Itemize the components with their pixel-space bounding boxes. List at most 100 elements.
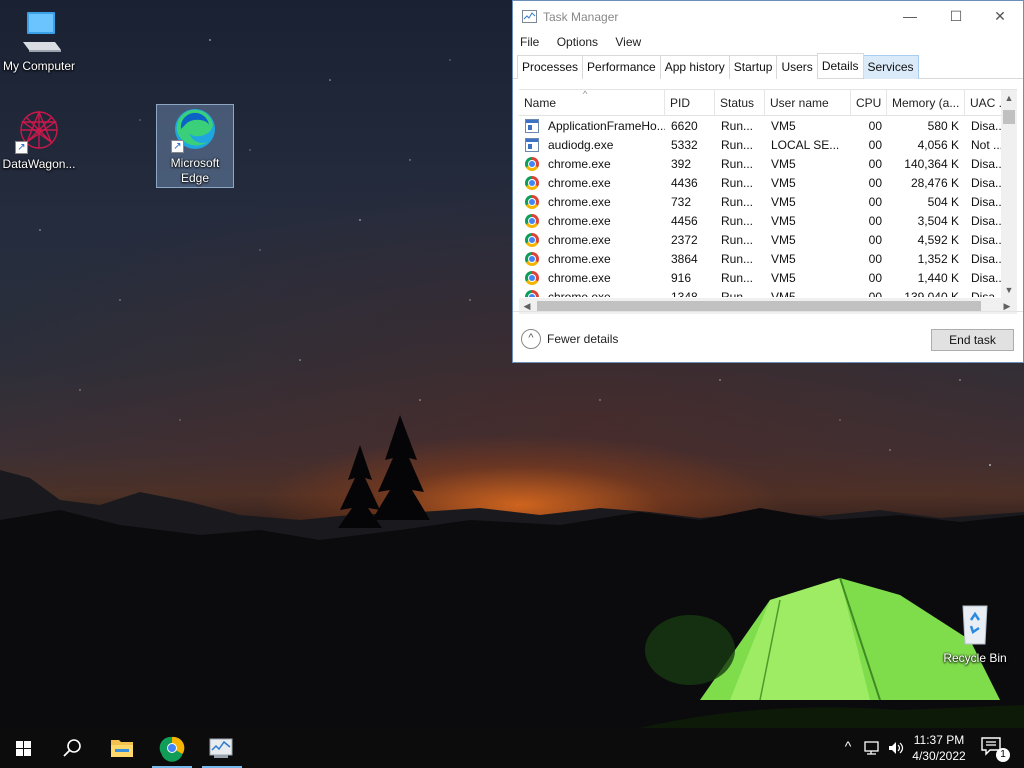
cell-name: chrome.exe xyxy=(548,233,611,247)
table-row[interactable]: chrome.exe 4456 Run... VM5 00 3,504 K Disa... xyxy=(519,212,1009,231)
cell-user: VM5 xyxy=(771,214,796,228)
cell-status: Run... xyxy=(721,214,754,228)
system-clock[interactable]: 11:37 PM 4/30/2022 xyxy=(908,732,970,764)
table-row[interactable]: audiodg.exe 5332 Run... LOCAL SE... 00 4,056 … xyxy=(519,136,1009,155)
file-explorer-icon xyxy=(111,740,133,757)
task-manager-taskbar-button[interactable] xyxy=(198,728,246,768)
cell-status: Run... xyxy=(721,271,754,285)
cell-name: chrome.exe xyxy=(548,290,611,297)
cell-pid: 732 xyxy=(671,195,692,209)
desktop-icon-recycle-bin[interactable]: Recycle Bin xyxy=(936,600,1014,666)
column-header-pid[interactable]: PID xyxy=(665,90,715,116)
cell-status: Run... xyxy=(721,290,754,297)
column-header-name[interactable]: ^ Name xyxy=(519,90,665,116)
fewer-details-button[interactable]: ^ Fewer details xyxy=(521,329,618,349)
volume-icon[interactable] xyxy=(886,739,906,757)
tab-processes[interactable]: Processes xyxy=(517,55,584,79)
chrome-icon xyxy=(525,157,539,171)
cell-name: chrome.exe xyxy=(548,195,611,209)
menu-file[interactable]: File xyxy=(520,32,539,52)
minimize-button[interactable]: — xyxy=(887,1,933,32)
cell-name: chrome.exe xyxy=(548,176,611,190)
cell-cpu: 00 xyxy=(868,157,882,171)
menu-options[interactable]: Options xyxy=(557,32,598,52)
table-row[interactable]: chrome.exe 732 Run... VM5 00 504 K Disa... xyxy=(519,193,1009,212)
cell-name: chrome.exe xyxy=(548,214,611,228)
app-frame-icon xyxy=(525,119,539,133)
cell-status: Run... xyxy=(721,252,754,266)
cell-memory: 1,440 K xyxy=(917,271,959,285)
desktop-icon-label: DataWagon... xyxy=(2,157,76,171)
cell-user: VM5 xyxy=(771,290,796,297)
action-center-button[interactable]: 1 xyxy=(980,736,1010,762)
cell-user: VM5 xyxy=(771,252,796,266)
chrome-taskbar-button[interactable] xyxy=(148,728,196,768)
notification-count-badge: 1 xyxy=(996,748,1010,762)
desktop-icon-my-computer[interactable]: My Computer xyxy=(0,8,78,74)
show-hidden-icons-chevron-icon[interactable]: ^ xyxy=(838,738,858,754)
tab-services[interactable]: Services xyxy=(862,55,919,79)
network-icon[interactable] xyxy=(862,739,882,757)
menu-view[interactable]: View xyxy=(615,32,641,52)
task-manager-window[interactable]: Task Manager — ☐ ✕ File Options View Pro… xyxy=(512,0,1024,363)
column-header-cpu[interactable]: CPU xyxy=(851,90,887,116)
clock-time: 11:37 PM xyxy=(913,733,965,747)
recycle-bin-icon xyxy=(951,600,999,648)
column-header-user-name[interactable]: User name xyxy=(765,90,851,116)
title-bar[interactable]: Task Manager — ☐ ✕ xyxy=(513,1,1023,32)
tab-details[interactable]: Details xyxy=(816,53,864,78)
table-row[interactable]: chrome.exe 1348 Run... VM5 00 139,040 K Disa..… xyxy=(519,288,1009,297)
table-row[interactable]: chrome.exe 916 Run... VM5 00 1,440 K Disa... xyxy=(519,269,1009,288)
table-row[interactable]: chrome.exe 392 Run... VM5 00 140,364 K Disa... xyxy=(519,155,1009,174)
cell-pid: 4436 xyxy=(671,176,698,190)
datawagon-icon: ↗ xyxy=(15,106,63,154)
cell-status: Run... xyxy=(721,157,754,171)
desktop-icon-datawagon[interactable]: ↗ DataWagon... xyxy=(0,106,78,172)
cell-cpu: 00 xyxy=(868,290,882,297)
taskbar: ^ 11:37 PM 4/30/2022 1 xyxy=(0,728,1024,768)
column-header-memory[interactable]: Memory (a... xyxy=(887,90,965,116)
chrome-icon xyxy=(525,271,539,285)
chrome-icon xyxy=(525,233,539,247)
end-task-button[interactable]: End task xyxy=(931,329,1014,351)
cell-cpu: 00 xyxy=(868,138,882,152)
cell-memory: 28,476 K xyxy=(910,176,959,190)
scroll-down-arrow-icon[interactable]: ▼ xyxy=(1001,282,1017,298)
tab-users[interactable]: Users xyxy=(776,55,818,79)
start-button[interactable] xyxy=(0,728,48,768)
cell-name: chrome.exe xyxy=(548,271,611,285)
desktop-icon-label: Recycle Bin xyxy=(943,651,1007,665)
tab-performance[interactable]: Performance xyxy=(582,55,661,79)
scrollbar-thumb[interactable] xyxy=(1003,110,1015,124)
file-explorer-button[interactable] xyxy=(98,728,146,768)
cell-memory: 140,364 K xyxy=(904,157,959,171)
cell-memory: 504 K xyxy=(927,195,959,209)
cell-user: LOCAL SE... xyxy=(771,138,840,152)
cell-user: VM5 xyxy=(771,271,796,285)
shortcut-arrow-icon: ↗ xyxy=(171,140,184,153)
close-button[interactable]: ✕ xyxy=(977,1,1023,32)
table-row[interactable]: chrome.exe 3864 Run... VM5 00 1,352 K Disa... xyxy=(519,250,1009,269)
scroll-up-arrow-icon[interactable]: ▲ xyxy=(1001,90,1017,106)
table-row[interactable]: chrome.exe 4436 Run... VM5 00 28,476 K Disa... xyxy=(519,174,1009,193)
scrollbar-thumb[interactable] xyxy=(537,301,981,311)
window-title: Task Manager xyxy=(543,10,619,24)
table-row[interactable]: chrome.exe 2372 Run... VM5 00 4,592 K Disa... xyxy=(519,231,1009,250)
cell-status: Run... xyxy=(721,233,754,247)
cell-name: chrome.exe xyxy=(548,157,611,171)
maximize-button[interactable]: ☐ xyxy=(933,1,979,32)
tab-app-history[interactable]: App history xyxy=(659,55,730,79)
column-header-status[interactable]: Status xyxy=(715,90,765,116)
table-row[interactable]: ApplicationFrameHo... 6620 Run... VM5 00 580 … xyxy=(519,117,1009,136)
cell-status: Run... xyxy=(721,195,754,209)
computer-icon xyxy=(15,8,63,56)
cell-name: ApplicationFrameHo... xyxy=(548,119,665,133)
cell-pid: 2372 xyxy=(671,233,698,247)
vertical-scrollbar[interactable]: ▲ ▼ xyxy=(1001,90,1017,298)
desktop-icon-microsoft-edge[interactable]: ↗ Microsoft Edge xyxy=(156,104,234,188)
details-table: ^ Name PID Status User name CPU Memory (… xyxy=(519,89,1017,314)
tab-startup[interactable]: Startup xyxy=(728,55,778,79)
cell-user: VM5 xyxy=(771,157,796,171)
search-button[interactable] xyxy=(48,728,96,768)
sort-ascending-icon: ^ xyxy=(583,90,588,99)
